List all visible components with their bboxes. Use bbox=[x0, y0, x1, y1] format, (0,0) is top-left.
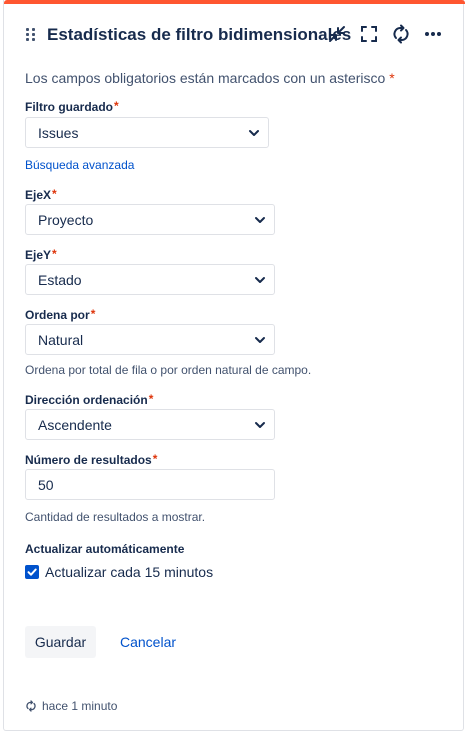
required-fields-note: Los campos obligatorios están marcados c… bbox=[25, 70, 395, 86]
refresh-icon[interactable] bbox=[390, 23, 412, 45]
gadget-header: Estadísticas de filtro bidimensionales bbox=[4, 4, 465, 62]
num-results-input[interactable]: 50 bbox=[25, 469, 275, 500]
sort-by-select[interactable]: Natural bbox=[25, 324, 275, 355]
auto-refresh-label: Actualizar automáticamente bbox=[25, 542, 185, 556]
saved-filter-label: Filtro guardado* bbox=[25, 99, 119, 114]
saved-filter-select[interactable]: Issues bbox=[25, 117, 269, 148]
gadget-card: Estadísticas de filtro bidimensionales L… bbox=[3, 0, 465, 731]
num-results-label: Número de resultados* bbox=[25, 452, 158, 467]
cancel-button[interactable]: Cancelar bbox=[120, 626, 176, 658]
sort-direction-label: Dirección ordenación* bbox=[25, 392, 154, 407]
y-axis-label: EjeY* bbox=[25, 247, 57, 262]
save-button[interactable]: Guardar bbox=[25, 626, 96, 658]
chevron-down-icon bbox=[249, 130, 259, 136]
chevron-down-icon bbox=[255, 217, 265, 223]
x-axis-label: EjeX* bbox=[25, 187, 57, 202]
fullscreen-icon[interactable] bbox=[358, 23, 380, 45]
checkmark-icon bbox=[27, 568, 37, 576]
y-axis-select[interactable]: Estado bbox=[25, 264, 275, 295]
refresh-icon bbox=[26, 700, 36, 712]
last-updated-text: hace 1 minuto bbox=[42, 699, 118, 713]
required-asterisk: * bbox=[389, 70, 395, 86]
auto-refresh-checkbox[interactable] bbox=[25, 565, 39, 579]
chevron-down-icon bbox=[255, 337, 265, 343]
minimize-icon[interactable] bbox=[326, 23, 348, 45]
x-axis-select[interactable]: Proyecto bbox=[25, 204, 275, 235]
num-results-help: Cantidad de resultados a mostrar. bbox=[25, 510, 206, 524]
sort-direction-select[interactable]: Ascendente bbox=[25, 409, 275, 440]
sort-by-help: Ordena por total de fila o por orden nat… bbox=[25, 363, 312, 377]
chevron-down-icon bbox=[255, 277, 265, 283]
chevron-down-icon bbox=[255, 422, 265, 428]
gadget-title: Estadísticas de filtro bidimensionales bbox=[47, 25, 352, 44]
drag-handle-icon[interactable] bbox=[26, 28, 36, 41]
more-icon[interactable] bbox=[422, 23, 444, 45]
sort-by-label: Ordena por* bbox=[25, 307, 96, 322]
auto-refresh-checkbox-label[interactable]: Actualizar cada 15 minutos bbox=[45, 564, 213, 580]
advanced-search-link[interactable]: Búsqueda avanzada bbox=[25, 158, 134, 172]
